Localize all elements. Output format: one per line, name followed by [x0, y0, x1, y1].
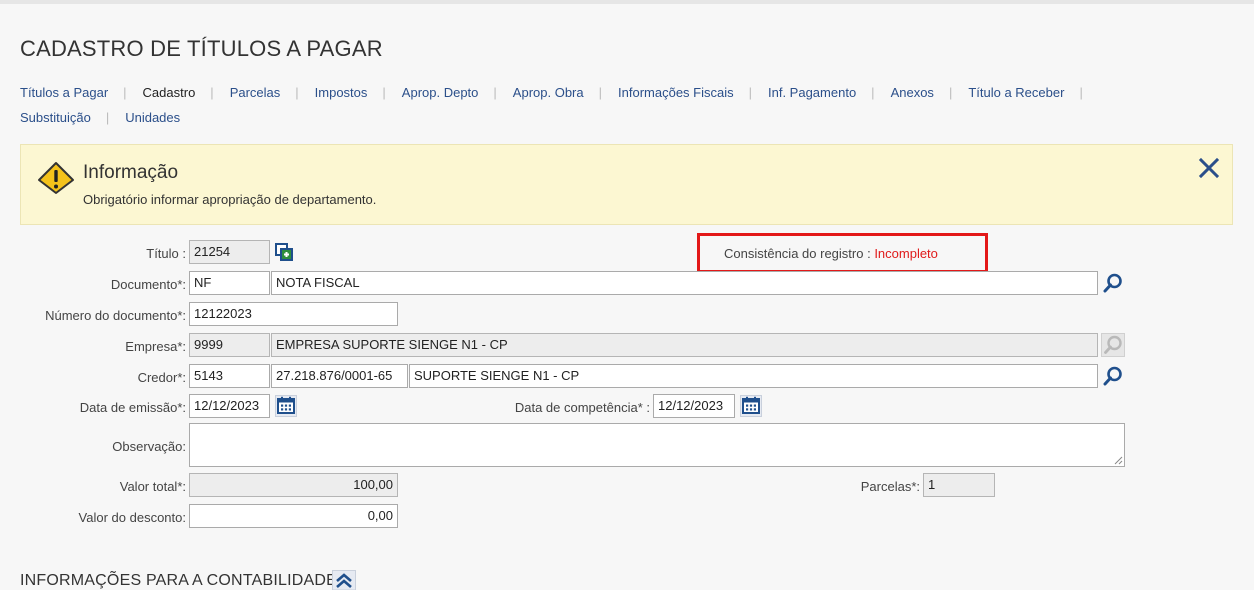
empresa-label: Empresa*:: [125, 339, 186, 354]
tab-separator: |: [1079, 85, 1083, 100]
empresa-name-field: EMPRESA SUPORTE SIENGE N1 - CP: [271, 333, 1098, 357]
tab-separator: |: [210, 85, 214, 100]
credor-name-input[interactable]: SUPORTE SIENGE N1 - CP: [409, 364, 1098, 388]
tab-titulos-a-pagar[interactable]: Títulos a Pagar: [20, 85, 108, 100]
credor-label: Credor*:: [137, 370, 186, 385]
top-bar: [0, 0, 1254, 4]
tab-aprop-obra[interactable]: Aprop. Obra: [513, 85, 584, 100]
titulo-field: 21254: [189, 240, 270, 264]
tab-inf-pagamento[interactable]: Inf. Pagamento: [768, 85, 856, 100]
tab-separator: |: [748, 85, 752, 100]
credor-code-input[interactable]: 5143: [189, 364, 270, 388]
consistency-value: Incompleto: [874, 246, 938, 261]
search-icon[interactable]: [1102, 272, 1124, 294]
documento-description-input[interactable]: NOTA FISCAL: [271, 271, 1098, 295]
tab-separator: |: [382, 85, 386, 100]
observacao-textarea[interactable]: [189, 423, 1125, 467]
tab-cadastro[interactable]: Cadastro: [143, 85, 196, 100]
data-emissao-label: Data de emissão*:: [79, 400, 186, 415]
documento-code-input[interactable]: NF: [189, 271, 270, 295]
tab-unidades[interactable]: Unidades: [125, 110, 180, 125]
tab-separator: |: [295, 85, 299, 100]
warning-icon: [38, 162, 74, 194]
numero-documento-label: Número do documento*:: [45, 308, 186, 323]
tab-impostos[interactable]: Impostos: [315, 85, 368, 100]
search-icon[interactable]: [1102, 365, 1124, 387]
chevron-up-double-icon[interactable]: [332, 570, 356, 590]
alert-title: Informação: [83, 162, 179, 183]
calendar-icon[interactable]: [740, 395, 762, 417]
valor-desconto-label: Valor do desconto:: [78, 510, 186, 525]
tab-titulo-a-receber[interactable]: Título a Receber: [968, 85, 1064, 100]
empresa-code-field: 9999: [189, 333, 270, 357]
data-competencia-input[interactable]: 12/12/2023: [653, 394, 735, 418]
tab-anexos[interactable]: Anexos: [891, 85, 934, 100]
tab-navigation: Títulos a Pagar | Cadastro | Parcelas | Impost…: [20, 80, 1220, 130]
tab-separator: |: [598, 85, 603, 100]
section-title-contabilidade: INFORMAÇÕES PARA A CONTABILIDADE: [20, 572, 337, 589]
credor-cnpj-field[interactable]: 27.218.876/0001-65: [271, 364, 408, 388]
alert-message: Obrigatório informar apropriação de depa…: [83, 192, 377, 207]
copy-record-icon[interactable]: [275, 243, 294, 262]
numero-documento-input[interactable]: 12122023: [189, 302, 398, 326]
tab-informacoes-fiscais[interactable]: Informações Fiscais: [618, 85, 734, 100]
data-emissao-input[interactable]: 12/12/2023: [189, 394, 270, 418]
tab-separator: |: [105, 110, 110, 125]
parcelas-label: Parcelas*:: [860, 479, 920, 494]
search-icon-disabled: [1101, 333, 1125, 357]
parcelas-field: 1: [923, 473, 995, 497]
page-title: CADASTRO DE TÍTULOS A PAGAR: [20, 36, 383, 61]
tab-parcelas[interactable]: Parcelas: [230, 85, 281, 100]
valor-desconto-input[interactable]: 0,00: [189, 504, 398, 528]
tab-separator: |: [948, 85, 953, 100]
info-alert: Informação Obrigatório informar apropria…: [20, 144, 1233, 225]
documento-label: Documento*:: [110, 277, 186, 292]
titulo-label: Título :: [146, 246, 186, 261]
consistency-status: Consistência do registro : Incompleto: [697, 233, 988, 273]
resize-handle-icon[interactable]: [1114, 456, 1123, 465]
valor-total-field: 100,00: [189, 473, 398, 497]
tab-substituicao[interactable]: Substituição: [20, 110, 91, 125]
close-icon[interactable]: [1197, 156, 1221, 180]
consistency-label: Consistência do registro :: [724, 246, 871, 261]
data-competencia-label: Data de competência* :: [514, 400, 650, 415]
tab-separator: |: [123, 85, 127, 100]
observacao-label: Observação:: [112, 439, 186, 454]
tab-separator: |: [871, 85, 875, 100]
valor-total-label: Valor total*:: [119, 479, 186, 494]
calendar-icon[interactable]: [275, 395, 297, 417]
tab-separator: |: [493, 85, 497, 100]
tab-aprop-depto[interactable]: Aprop. Depto: [402, 85, 479, 100]
